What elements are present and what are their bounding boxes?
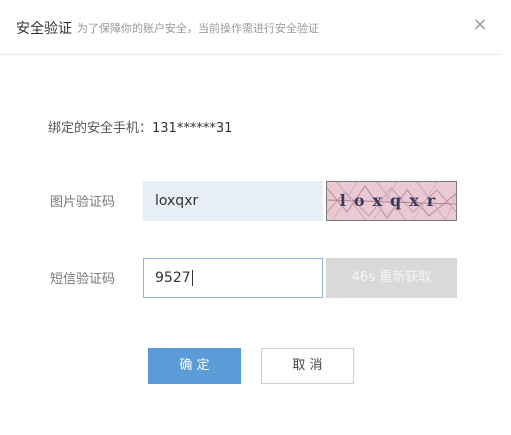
captcha-input[interactable]: loxqxr bbox=[143, 181, 323, 221]
dialog-header: 安全验证 为了保障你的账户安全，当前操作需进行安全验证 × bbox=[0, 0, 500, 55]
cancel-button[interactable]: 取 消 bbox=[261, 348, 354, 384]
close-icon[interactable]: × bbox=[470, 15, 490, 35]
bound-phone-number: 131******31 bbox=[152, 121, 233, 136]
bound-phone-row: 绑定的安全手机：131******31 bbox=[48, 117, 232, 136]
bound-phone-label: 绑定的安全手机： bbox=[48, 121, 153, 136]
dialog-title: 安全验证 bbox=[16, 21, 72, 37]
captcha-image[interactable]: loxqxr bbox=[326, 181, 457, 221]
captcha-input-value: loxqxr bbox=[155, 193, 199, 209]
captcha-label: 图片验证码 bbox=[50, 195, 116, 210]
resend-sms-button[interactable]: 46s 重新获取 bbox=[326, 258, 457, 298]
dialog-subtitle: 为了保障你的账户安全，当前操作需进行安全验证 bbox=[77, 22, 319, 35]
text-caret bbox=[191, 270, 193, 286]
sms-code-input[interactable]: 9527 bbox=[143, 258, 323, 298]
captcha-image-text: loxqxr bbox=[339, 191, 444, 210]
confirm-button[interactable]: 确 定 bbox=[148, 348, 241, 384]
sms-code-label: 短信验证码 bbox=[50, 272, 116, 287]
security-verification-dialog: 安全验证 为了保障你的账户安全，当前操作需进行安全验证 × 绑定的安全手机：13… bbox=[0, 0, 511, 435]
sms-code-value: 9527 bbox=[155, 270, 191, 286]
